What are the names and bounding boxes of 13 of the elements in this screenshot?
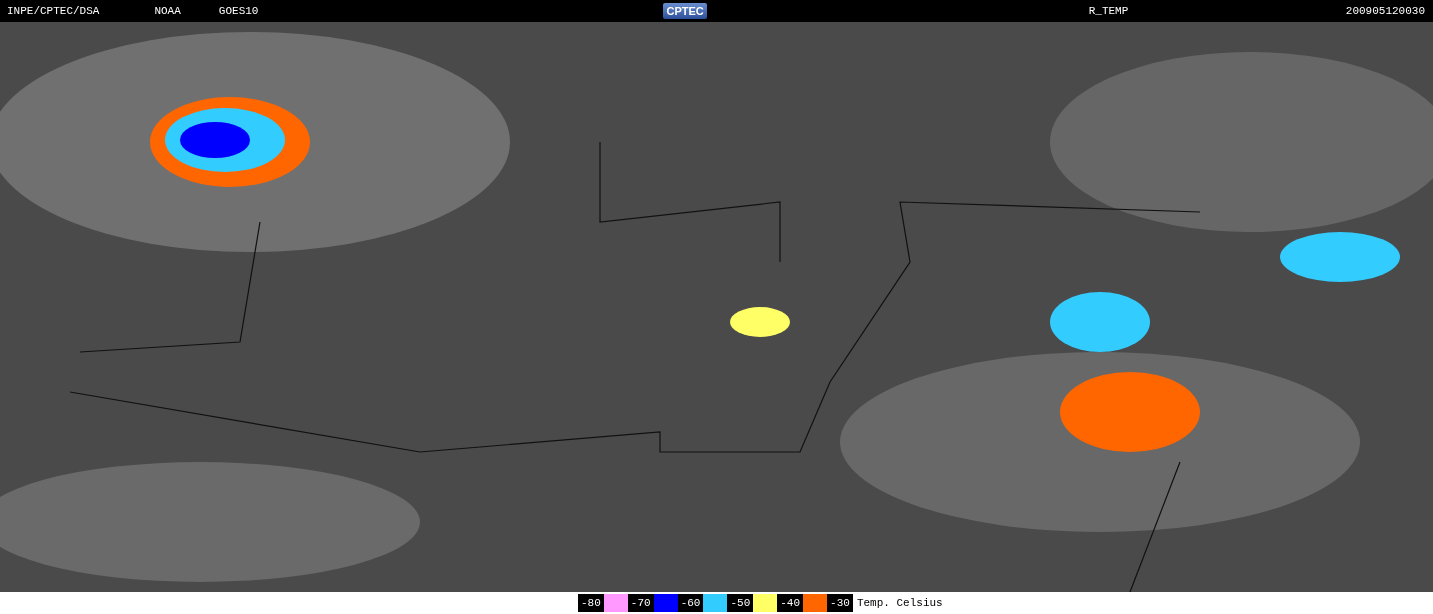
- agency-label: NOAA: [154, 5, 181, 17]
- legend-value: -40: [777, 594, 804, 612]
- product-label: R_TEMP: [1088, 5, 1129, 17]
- legend-value: -80: [578, 594, 604, 612]
- legend-value: -30: [827, 594, 853, 612]
- logo: CPTEC: [663, 3, 707, 19]
- legend-unit: Temp. Celsius: [856, 597, 943, 609]
- source-label: INPE/CPTEC/DSA: [7, 5, 100, 17]
- legend-value: -70: [627, 594, 654, 612]
- legend-value: -60: [677, 594, 704, 612]
- satellite-label: GOES10: [218, 5, 259, 17]
- legend-value: -50: [727, 594, 754, 612]
- timestamp-label: 200905120030: [1345, 5, 1425, 17]
